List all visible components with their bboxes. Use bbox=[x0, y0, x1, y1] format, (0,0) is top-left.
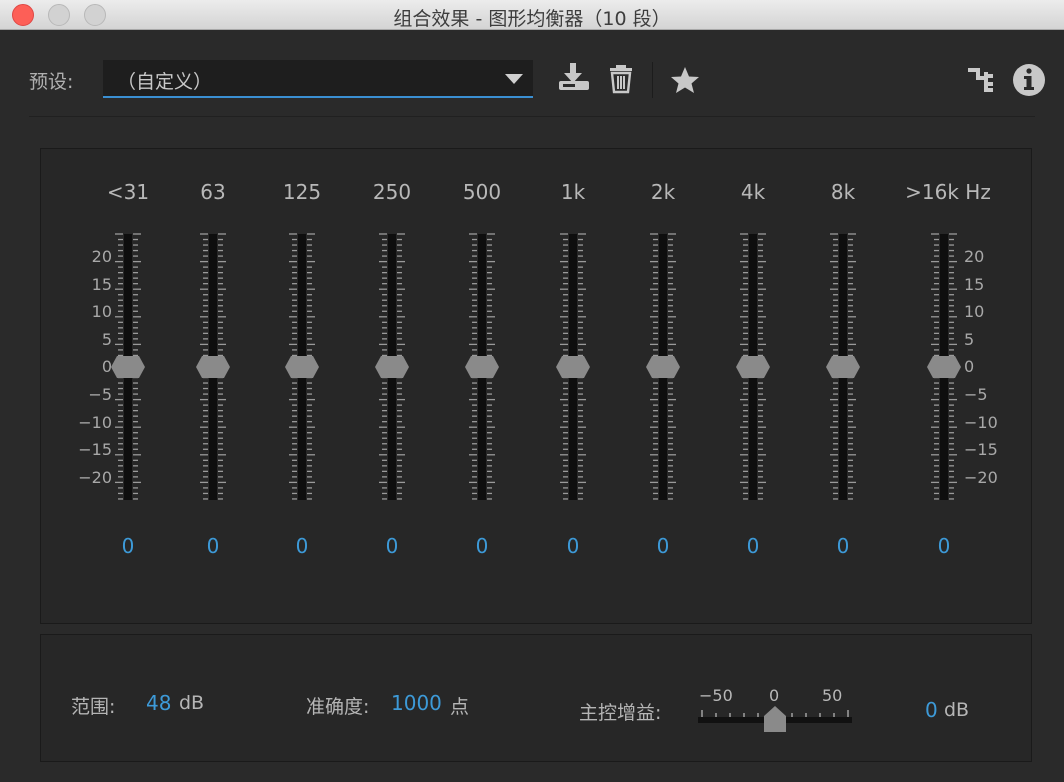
db-scale-label: −5 bbox=[70, 385, 112, 404]
band-slider[interactable] bbox=[728, 230, 778, 510]
info-icon bbox=[1011, 60, 1047, 100]
accuracy-unit: 点 bbox=[450, 692, 469, 719]
db-scale-label: 20 bbox=[70, 247, 112, 266]
toolbar-divider bbox=[652, 62, 653, 98]
routing-icon bbox=[962, 60, 998, 100]
db-scale-label: 0 bbox=[964, 357, 1006, 376]
band-value[interactable]: 0 bbox=[193, 534, 233, 558]
master-gain-tick: −50 bbox=[699, 686, 733, 705]
master-gain-value[interactable]: 0 bbox=[925, 698, 938, 722]
db-scale-label: −15 bbox=[70, 440, 112, 459]
band-slider[interactable] bbox=[548, 230, 598, 510]
band-slider-thumb[interactable] bbox=[646, 356, 680, 378]
db-scale-label: 10 bbox=[70, 302, 112, 321]
save-preset-icon bbox=[556, 60, 592, 100]
accuracy-label: 准确度: bbox=[306, 692, 369, 719]
band-value[interactable]: 0 bbox=[462, 534, 502, 558]
master-gain-slider[interactable] bbox=[696, 704, 856, 734]
band-slider[interactable] bbox=[638, 230, 688, 510]
db-scale-label: 0 bbox=[70, 357, 112, 376]
band-slider-thumb[interactable] bbox=[196, 356, 230, 378]
band-slider-thumb[interactable] bbox=[285, 356, 319, 378]
band-value[interactable]: 0 bbox=[823, 534, 863, 558]
info-button[interactable] bbox=[1011, 60, 1047, 100]
band-value[interactable]: 0 bbox=[282, 534, 322, 558]
save-preset-button[interactable] bbox=[556, 60, 592, 100]
chevron-down-icon bbox=[505, 74, 523, 84]
master-gain-unit: dB bbox=[944, 699, 969, 721]
band-slider-thumb[interactable] bbox=[111, 356, 145, 378]
band-label: 1k bbox=[533, 180, 613, 204]
band-label: >16k Hz bbox=[898, 180, 998, 204]
header-divider bbox=[29, 116, 1035, 117]
band-slider-thumb[interactable] bbox=[375, 356, 409, 378]
db-scale-label: −15 bbox=[964, 440, 1006, 459]
trash-icon bbox=[603, 60, 639, 100]
band-slider[interactable] bbox=[457, 230, 507, 510]
star-icon bbox=[667, 60, 703, 100]
band-value[interactable]: 0 bbox=[733, 534, 773, 558]
band-slider-thumb[interactable] bbox=[556, 356, 590, 378]
title-bar: 组合效果 - 图形均衡器（10 段） bbox=[0, 0, 1064, 30]
band-label: 250 bbox=[352, 180, 432, 204]
band-label: 4k bbox=[713, 180, 793, 204]
db-scale-label: 5 bbox=[70, 330, 112, 349]
band-label: 8k bbox=[803, 180, 883, 204]
delete-preset-button[interactable] bbox=[603, 60, 639, 100]
db-scale-label: −10 bbox=[964, 413, 1006, 432]
band-slider-thumb[interactable] bbox=[736, 356, 770, 378]
db-scale-label: 5 bbox=[964, 330, 1006, 349]
band-slider[interactable] bbox=[818, 230, 868, 510]
band-slider-thumb[interactable] bbox=[826, 356, 860, 378]
band-label: 2k bbox=[623, 180, 703, 204]
band-slider-thumb[interactable] bbox=[465, 356, 499, 378]
window-title: 组合效果 - 图形均衡器（10 段） bbox=[0, 4, 1064, 31]
preset-value: （自定义） bbox=[117, 67, 212, 94]
range-unit: dB bbox=[179, 692, 204, 714]
band-label: 63 bbox=[173, 180, 253, 204]
master-gain-tick: 50 bbox=[822, 686, 842, 705]
band-value[interactable]: 0 bbox=[372, 534, 412, 558]
master-gain-tick: 0 bbox=[769, 686, 779, 705]
db-scale-label: 15 bbox=[964, 275, 1006, 294]
routing-button[interactable] bbox=[962, 60, 998, 100]
db-scale-label: 10 bbox=[964, 302, 1006, 321]
range-value[interactable]: 48 bbox=[146, 691, 171, 715]
band-slider-thumb[interactable] bbox=[927, 356, 961, 378]
db-scale-label: 20 bbox=[964, 247, 1006, 266]
band-slider[interactable] bbox=[188, 230, 238, 510]
db-scale-label: −10 bbox=[70, 413, 112, 432]
band-value[interactable]: 0 bbox=[643, 534, 683, 558]
db-scale-label: −20 bbox=[70, 468, 112, 487]
range-label: 范围: bbox=[71, 692, 115, 719]
db-scale-label: −20 bbox=[964, 468, 1006, 487]
accuracy-value[interactable]: 1000 bbox=[391, 691, 442, 715]
band-label: 500 bbox=[442, 180, 522, 204]
band-slider[interactable] bbox=[367, 230, 417, 510]
master-gain-label: 主控增益: bbox=[579, 698, 661, 725]
preset-label: 预设: bbox=[29, 67, 73, 94]
db-scale-label: −5 bbox=[964, 385, 1006, 404]
band-value[interactable]: 0 bbox=[553, 534, 593, 558]
preset-dropdown[interactable]: （自定义） bbox=[103, 60, 533, 98]
band-value[interactable]: 0 bbox=[108, 534, 148, 558]
band-label: <31 bbox=[88, 180, 168, 204]
db-scale-label: 15 bbox=[70, 275, 112, 294]
band-slider[interactable] bbox=[277, 230, 327, 510]
master-gain-thumb[interactable] bbox=[764, 706, 786, 732]
band-value[interactable]: 0 bbox=[924, 534, 964, 558]
band-label: 125 bbox=[262, 180, 342, 204]
band-slider[interactable] bbox=[919, 230, 969, 510]
favorite-button[interactable] bbox=[667, 60, 703, 100]
